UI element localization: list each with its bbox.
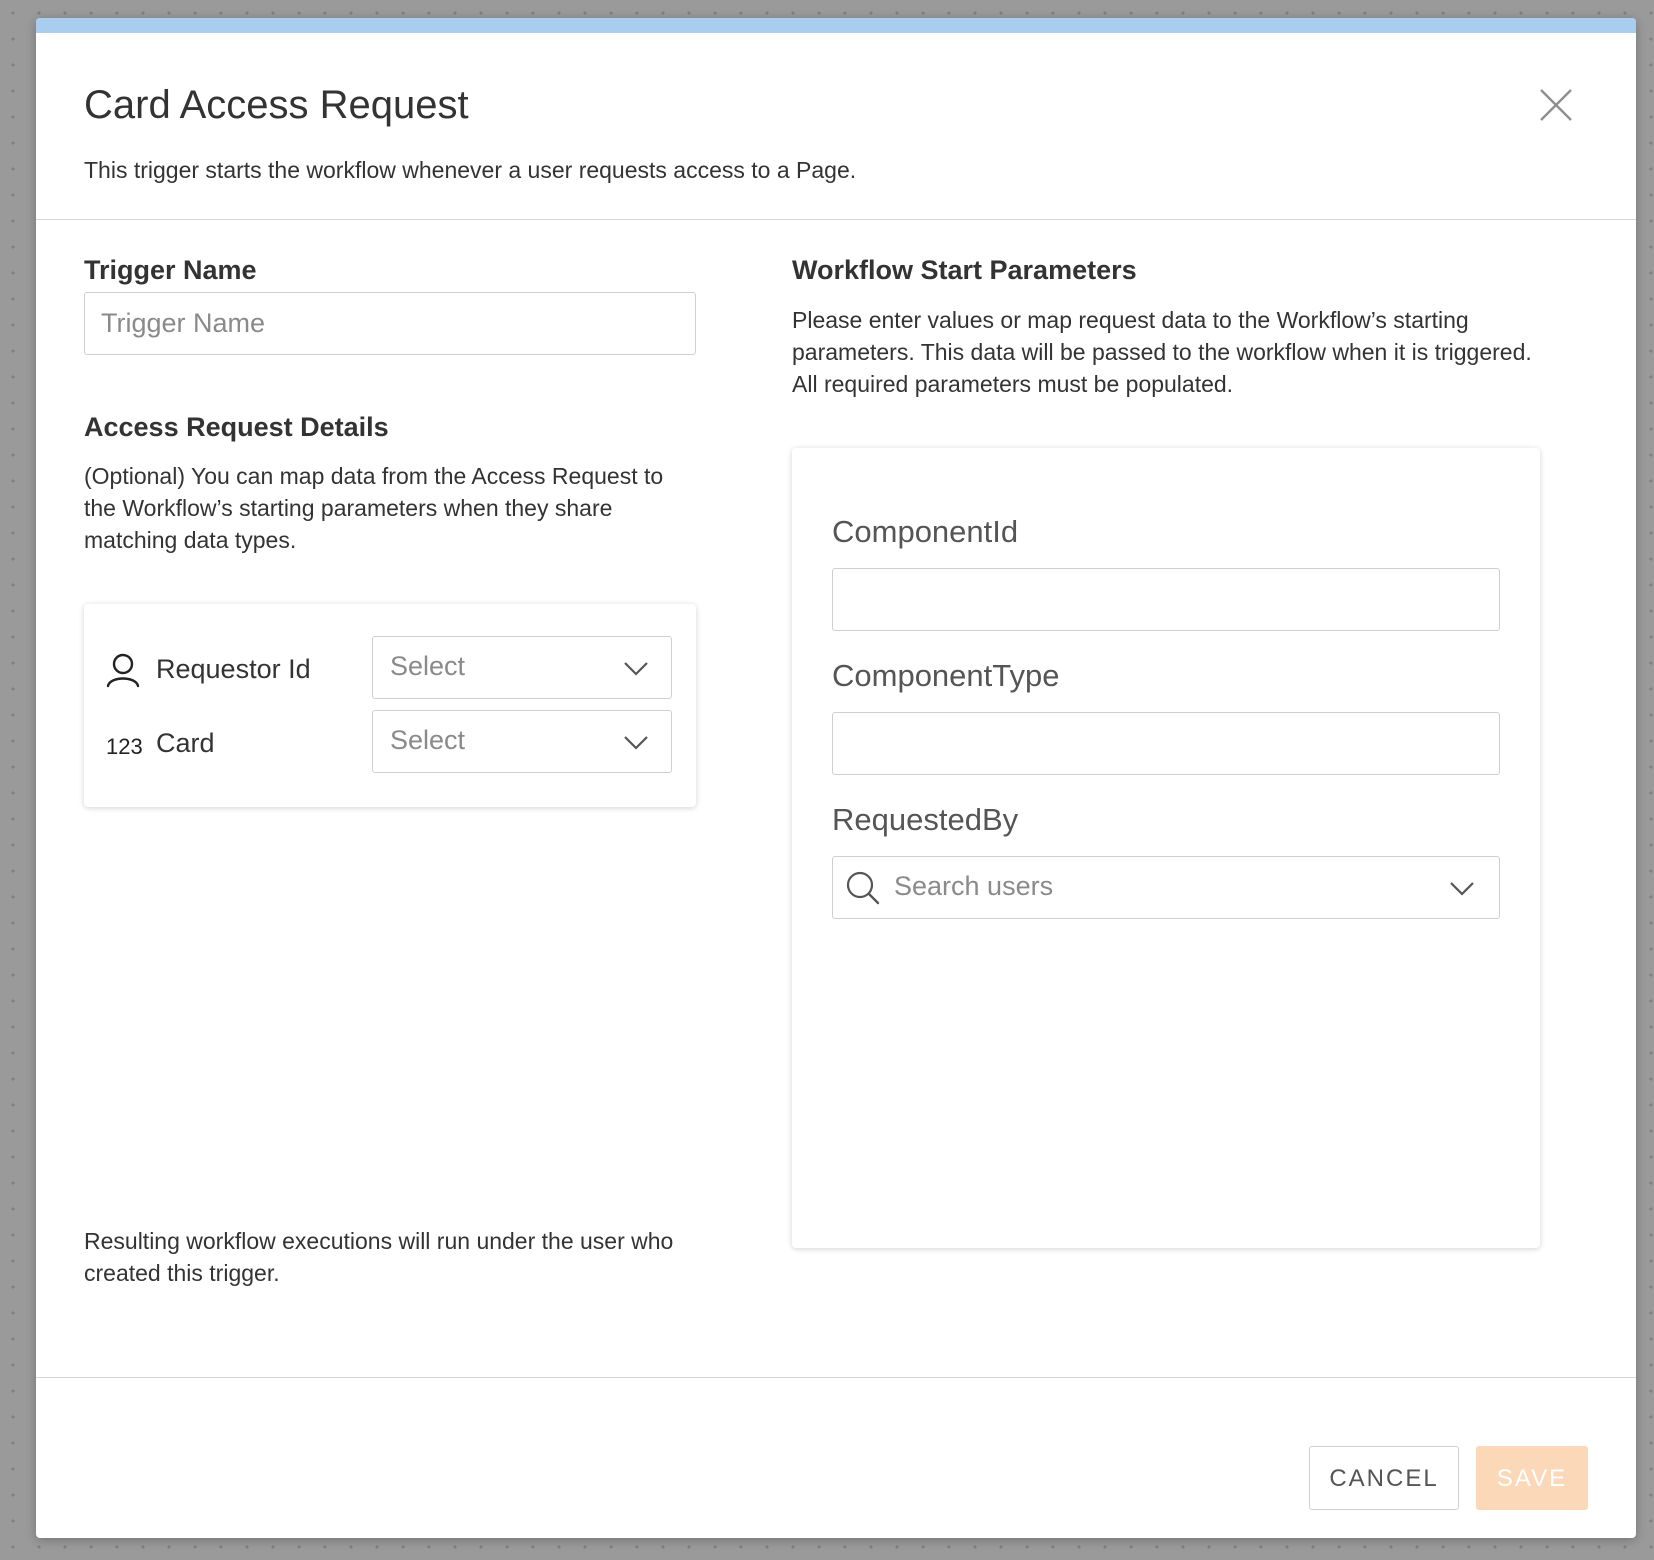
access-request-mapping-card: Requestor Id Select 123 Card Select	[84, 604, 696, 807]
workflow-params-card: ComponentId ComponentType RequestedBy Se…	[792, 448, 1540, 1248]
dialog-accent-bar	[36, 18, 1636, 33]
requestor-id-label: Requestor Id	[156, 654, 311, 684]
card-select[interactable]: Select	[372, 710, 672, 773]
trigger-name-input[interactable]	[84, 292, 696, 355]
execution-user-note: Resulting workflow executions will run u…	[84, 1228, 674, 1286]
card-label: Card	[156, 728, 215, 758]
card-select-value: Select	[390, 725, 466, 755]
trigger-name-heading: Trigger Name	[84, 255, 257, 285]
requested-by-label: RequestedBy	[832, 802, 1019, 837]
requested-by-user-search[interactable]: Search users	[832, 856, 1500, 919]
chevron-down-icon	[1450, 882, 1474, 896]
access-request-details-heading: Access Request Details	[84, 412, 389, 442]
chevron-down-icon	[624, 736, 648, 750]
search-icon	[846, 871, 880, 905]
component-type-input[interactable]	[832, 712, 1500, 775]
card-access-request-dialog: Card Access Request This trigger starts …	[36, 18, 1636, 1538]
workflow-start-parameters-heading: Workflow Start Parameters	[792, 255, 1137, 285]
close-icon	[1540, 89, 1572, 121]
component-id-label: ComponentId	[832, 514, 1019, 549]
number-icon: 123	[106, 734, 143, 759]
component-type-label: ComponentType	[832, 658, 1060, 693]
dialog-subtitle: This trigger starts the workflow wheneve…	[84, 157, 857, 183]
workflow-params-description: Please enter values or map request data …	[792, 307, 1532, 397]
requestor-id-select[interactable]: Select	[372, 636, 672, 699]
close-button[interactable]	[1538, 87, 1574, 123]
requestor-id-select-value: Select	[390, 651, 466, 681]
dialog-title: Card Access Request	[84, 83, 469, 127]
chevron-down-icon	[624, 662, 648, 676]
user-icon	[106, 652, 140, 693]
dialog-footer: CANCEL SAVE	[36, 1377, 1636, 1538]
requested-by-search-placeholder: Search users	[894, 871, 1054, 901]
component-id-input[interactable]	[832, 568, 1500, 631]
access-request-description: (Optional) You can map data from the Acc…	[84, 463, 664, 553]
cancel-button[interactable]: CANCEL	[1309, 1446, 1459, 1510]
dialog-header: Card Access Request This trigger starts …	[36, 33, 1636, 220]
save-button[interactable]: SAVE	[1476, 1446, 1588, 1510]
